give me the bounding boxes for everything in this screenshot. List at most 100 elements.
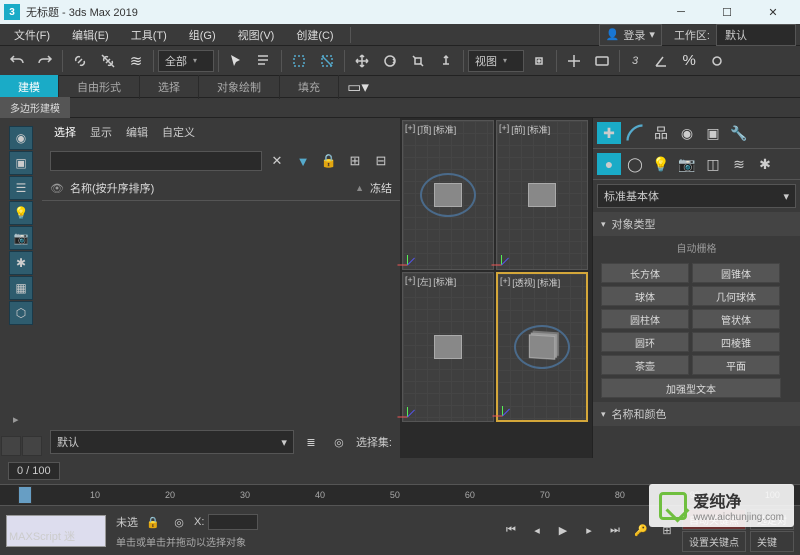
category-dropdown[interactable]: 标准基本体▾ bbox=[597, 184, 796, 208]
viewport-label[interactable]: [+][前][标准] bbox=[497, 121, 552, 138]
menu-tools[interactable]: 工具(T) bbox=[121, 24, 177, 46]
time-slider-thumb[interactable] bbox=[18, 486, 32, 504]
redo-button[interactable] bbox=[32, 48, 58, 74]
scene-explorer-button[interactable]: ◉ bbox=[9, 126, 33, 150]
menu-group[interactable]: 组(G) bbox=[179, 24, 226, 46]
percent-snap-button[interactable]: % bbox=[676, 48, 702, 74]
rotate-button[interactable] bbox=[377, 48, 403, 74]
maxscript-listener[interactable]: MAXScript 迷 bbox=[6, 515, 106, 547]
shapes-button[interactable]: ◯ bbox=[623, 153, 647, 175]
menu-edit[interactable]: 编辑(E) bbox=[62, 24, 119, 46]
primitive-圆锥体-button[interactable]: 圆锥体 bbox=[692, 263, 780, 283]
viewport-3[interactable]: [+][透视][标准] bbox=[496, 272, 588, 422]
ref-coord-dropdown[interactable]: 视图▾ bbox=[468, 50, 524, 72]
x-coord-input[interactable] bbox=[208, 514, 258, 530]
maximize-button[interactable]: ☐ bbox=[704, 0, 750, 24]
primitive-圆柱体-button[interactable]: 圆柱体 bbox=[601, 309, 689, 329]
isolate-button[interactable]: ◎ bbox=[168, 512, 190, 532]
modify-tab-button[interactable] bbox=[623, 122, 647, 144]
ribbon-overflow-button[interactable]: ▭▾ bbox=[345, 74, 371, 100]
setkey-button[interactable]: 设置关键点 bbox=[682, 531, 746, 552]
use-center-button[interactable] bbox=[526, 48, 552, 74]
goto-start-button[interactable]: ⏮ bbox=[500, 521, 522, 541]
close-button[interactable]: ✕ bbox=[750, 0, 796, 24]
isolate-icon[interactable]: ◎ bbox=[328, 431, 350, 453]
spinner-snap-button[interactable] bbox=[704, 48, 730, 74]
visibility-column-icon[interactable]: 👁 bbox=[50, 182, 70, 195]
sync-button[interactable]: ⊟ bbox=[370, 150, 392, 172]
viewport-label[interactable]: [+][透视][标准] bbox=[498, 274, 562, 291]
viewport-0[interactable]: [+][顶][标准] bbox=[402, 120, 494, 270]
select-object-button[interactable] bbox=[223, 48, 249, 74]
autogrid-checkbox[interactable]: 自动栅格 bbox=[593, 236, 800, 259]
light-explorer-button[interactable]: 💡 bbox=[9, 201, 33, 225]
ribbon-tab-modeling[interactable]: 建模 bbox=[0, 75, 59, 99]
window-crossing-button[interactable] bbox=[314, 48, 340, 74]
ribbon-tab-selection[interactable]: 选择 bbox=[140, 75, 199, 99]
scale-button[interactable] bbox=[405, 48, 431, 74]
helpers-button[interactable]: ◫ bbox=[701, 153, 725, 175]
goto-end-button[interactable]: ⏭ bbox=[604, 521, 626, 541]
primitive-长方体-button[interactable]: 长方体 bbox=[601, 263, 689, 283]
scene-list-body[interactable] bbox=[42, 201, 400, 426]
menu-create[interactable]: 创建(C) bbox=[286, 24, 343, 46]
revit-explorer-button[interactable]: ⬡ bbox=[9, 301, 33, 325]
scene-search-input[interactable] bbox=[50, 151, 262, 171]
display-tab-button[interactable]: ▣ bbox=[701, 122, 725, 144]
scene-tab-select[interactable]: 选择 bbox=[54, 124, 76, 140]
minimize-button[interactable]: ─ bbox=[658, 0, 704, 24]
utilities-tab-button[interactable]: 🔧 bbox=[727, 122, 751, 144]
layout-1-button[interactable] bbox=[1, 436, 21, 456]
primitive-管状体-button[interactable]: 管状体 bbox=[692, 309, 780, 329]
expand-left-icon[interactable]: ▸ bbox=[13, 413, 29, 429]
primitive-平面-button[interactable]: 平面 bbox=[692, 355, 780, 375]
container-explorer-button[interactable]: ▦ bbox=[9, 276, 33, 300]
workspace-dropdown[interactable]: 默认 bbox=[716, 24, 796, 46]
lock-selection-button[interactable]: 🔒 bbox=[142, 512, 164, 532]
hierarchy-tab-button[interactable]: 品 bbox=[649, 122, 673, 144]
layer-dropdown[interactable]: 默认▾ bbox=[50, 430, 294, 454]
ribbon-tab-objpaint[interactable]: 对象绘制 bbox=[199, 75, 280, 99]
unlink-button[interactable] bbox=[95, 48, 121, 74]
scene-tab-edit[interactable]: 编辑 bbox=[126, 124, 148, 140]
layer-explorer-button[interactable]: ▣ bbox=[9, 151, 33, 175]
primitive-四棱锥-button[interactable]: 四棱锥 bbox=[692, 332, 780, 352]
next-frame-button[interactable]: ▸ bbox=[578, 521, 600, 541]
view-children-button[interactable]: ⊞ bbox=[344, 150, 366, 172]
login-button[interactable]: 👤 登录 ▾ bbox=[599, 24, 662, 46]
link-button[interactable] bbox=[67, 48, 93, 74]
undo-button[interactable] bbox=[4, 48, 30, 74]
objtype-rollout-header[interactable]: ▾ 对象类型 bbox=[593, 212, 800, 236]
missing-explorer-button[interactable]: ✱ bbox=[9, 251, 33, 275]
layout-2-button[interactable] bbox=[22, 436, 42, 456]
scene-tab-custom[interactable]: 自定义 bbox=[162, 124, 195, 140]
viewport-1[interactable]: [+][前][标准] bbox=[496, 120, 588, 270]
placement-button[interactable] bbox=[433, 48, 459, 74]
subribbon-polymodel[interactable]: 多边形建模 bbox=[0, 97, 70, 118]
play-button[interactable]: ▶ bbox=[552, 521, 574, 541]
menu-view[interactable]: 视图(V) bbox=[228, 24, 285, 46]
viewport-label[interactable]: [+][左][标准] bbox=[403, 273, 458, 290]
spacewarps-button[interactable]: ≋ bbox=[727, 153, 751, 175]
manipulate-button[interactable] bbox=[561, 48, 587, 74]
geometry-button[interactable]: ● bbox=[597, 153, 621, 175]
angle-snap-button[interactable] bbox=[648, 48, 674, 74]
menu-file[interactable]: 文件(F) bbox=[4, 24, 60, 46]
select-by-name-button[interactable] bbox=[251, 48, 277, 74]
viewport-label[interactable]: [+][顶][标准] bbox=[403, 121, 458, 138]
scene-tab-display[interactable]: 显示 bbox=[90, 124, 112, 140]
ribbon-tab-populate[interactable]: 填充 bbox=[280, 75, 339, 99]
motion-tab-button[interactable]: ◉ bbox=[675, 122, 699, 144]
prop-explorer-button[interactable]: ☰ bbox=[9, 176, 33, 200]
cameras-button[interactable]: 📷 bbox=[675, 153, 699, 175]
freeze-column-header[interactable]: 冻结 bbox=[370, 180, 392, 196]
keyboard-shortcut-button[interactable] bbox=[589, 48, 615, 74]
primitive-茶壶-button[interactable]: 茶壶 bbox=[601, 355, 689, 375]
rect-region-button[interactable] bbox=[286, 48, 312, 74]
primitive-几何球体-button[interactable]: 几何球体 bbox=[692, 286, 780, 306]
camera-explorer-button[interactable]: 📷 bbox=[9, 226, 33, 250]
bind-spacewarp-button[interactable]: ≋ bbox=[123, 48, 149, 74]
primitive-圆环-button[interactable]: 圆环 bbox=[601, 332, 689, 352]
filter-funnel-button[interactable]: ▼ bbox=[292, 150, 314, 172]
ribbon-tab-freeform[interactable]: 自由形式 bbox=[59, 75, 140, 99]
